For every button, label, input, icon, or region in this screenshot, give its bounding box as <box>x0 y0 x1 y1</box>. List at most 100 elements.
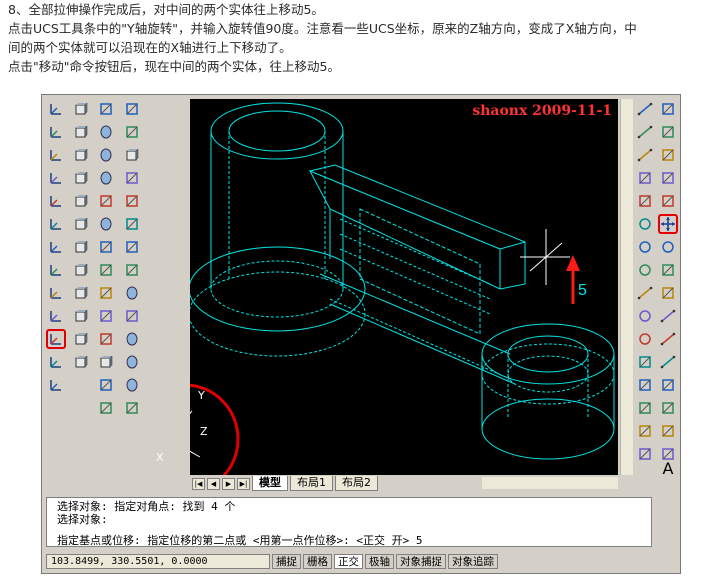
revolve-button[interactable] <box>122 237 142 257</box>
bottom-view-button[interactable] <box>71 122 91 142</box>
prev-tab-nav-icon[interactable]: ◀ <box>207 477 220 490</box>
horizontal-scrollbar[interactable] <box>482 477 618 489</box>
left-view-button[interactable] <box>71 145 91 165</box>
tab-layout1[interactable]: 布局1 <box>290 476 333 491</box>
setup-view-button[interactable] <box>122 145 142 165</box>
cylinder-button[interactable] <box>96 145 116 165</box>
slice-button[interactable] <box>122 214 142 234</box>
interfere-button[interactable] <box>122 168 142 188</box>
ne-iso-button[interactable] <box>71 283 91 303</box>
ucs-view-button[interactable] <box>46 214 66 234</box>
join-button[interactable] <box>658 375 678 395</box>
status-ortho-button[interactable]: 正交 <box>334 554 363 569</box>
ucs-z-rotate-button[interactable] <box>46 352 66 372</box>
move-button[interactable] <box>657 214 678 234</box>
torus-button[interactable] <box>96 214 116 234</box>
ucs-3point-button[interactable] <box>46 283 66 303</box>
insert-block-button[interactable] <box>635 352 655 372</box>
spline-button[interactable] <box>635 283 655 303</box>
setup-drawing-button[interactable] <box>122 122 142 142</box>
setup-view-button[interactable] <box>96 352 116 372</box>
status-otrack-button[interactable]: 对象追踪 <box>448 554 498 569</box>
sw-iso-button[interactable] <box>71 237 91 257</box>
copy-button[interactable] <box>658 122 678 142</box>
chamfer-button[interactable] <box>658 398 678 418</box>
last-tab-nav-icon[interactable]: ▶| <box>237 477 250 490</box>
text-tool-icon[interactable]: A <box>658 459 678 478</box>
status-polar-button[interactable]: 极轴 <box>365 554 394 569</box>
cone-button[interactable] <box>96 168 116 188</box>
offset-button[interactable] <box>658 168 678 188</box>
ucs-y-rotate-button[interactable] <box>45 329 66 349</box>
erase-button[interactable] <box>658 99 678 119</box>
point-button[interactable] <box>635 398 655 418</box>
extrude-button[interactable] <box>122 260 142 280</box>
mirror-button[interactable] <box>658 145 678 165</box>
stretch-button[interactable] <box>658 283 678 303</box>
extrude-button[interactable] <box>96 237 116 257</box>
hatch-button[interactable] <box>635 421 655 441</box>
orbit-button[interactable] <box>71 329 91 349</box>
front-view-button[interactable] <box>71 191 91 211</box>
revision-cloud-button[interactable] <box>635 260 655 280</box>
status-osnap-button[interactable]: 对象捕捉 <box>396 554 446 569</box>
box-button[interactable] <box>96 99 116 119</box>
top-view-button[interactable] <box>71 99 91 119</box>
polygon-button[interactable] <box>635 168 655 188</box>
interfere-button[interactable] <box>96 329 116 349</box>
break-button[interactable] <box>658 352 678 372</box>
tab-layout2[interactable]: 布局2 <box>335 476 378 491</box>
sphere-button[interactable] <box>96 122 116 142</box>
rotate-button[interactable] <box>658 237 678 257</box>
back-view-button[interactable] <box>71 214 91 234</box>
arc-button[interactable] <box>635 214 655 234</box>
ucs-object-button[interactable] <box>46 191 66 211</box>
trim-button[interactable] <box>658 306 678 326</box>
ucs-button[interactable] <box>46 99 66 119</box>
box-button[interactable] <box>122 398 142 418</box>
nw-iso-button[interactable] <box>71 306 91 326</box>
torus-button[interactable] <box>122 283 142 303</box>
se-iso-button[interactable] <box>71 260 91 280</box>
fillet-button[interactable] <box>658 421 678 441</box>
setup-profile-button[interactable] <box>122 99 142 119</box>
slice-button[interactable] <box>96 283 116 303</box>
cone-button[interactable] <box>122 329 142 349</box>
setup-profile-button[interactable] <box>96 398 116 418</box>
region-button[interactable] <box>635 444 655 464</box>
section-button[interactable] <box>122 191 142 211</box>
ucs-apply-button[interactable] <box>46 375 66 395</box>
right-view-button[interactable] <box>71 168 91 188</box>
ucs-face-button[interactable] <box>46 168 66 188</box>
wedge-button[interactable] <box>96 191 116 211</box>
camera-button[interactable] <box>71 352 91 372</box>
make-block-button[interactable] <box>635 375 655 395</box>
sphere-button[interactable] <box>122 375 142 395</box>
scale-button[interactable] <box>658 260 678 280</box>
section-button[interactable] <box>96 306 116 326</box>
ellipse-arc-button[interactable] <box>635 329 655 349</box>
first-tab-nav-icon[interactable]: |◀ <box>192 477 205 490</box>
array-button[interactable] <box>658 191 678 211</box>
ucs-world-button[interactable] <box>46 122 66 142</box>
ucs-x-rotate-button[interactable] <box>46 306 66 326</box>
ucs-previous-button[interactable] <box>46 145 66 165</box>
cylinder-button[interactable] <box>122 352 142 372</box>
tab-model[interactable]: 模型 <box>252 476 288 491</box>
ellipse-button[interactable] <box>635 306 655 326</box>
status-snap-button[interactable]: 捕捉 <box>272 554 301 569</box>
extend-button[interactable] <box>658 329 678 349</box>
line-button[interactable] <box>635 99 655 119</box>
construction-line-button[interactable] <box>635 122 655 142</box>
ucs-origin-button[interactable] <box>46 237 66 257</box>
vertical-scrollbar[interactable] <box>620 99 633 475</box>
rectangle-button[interactable] <box>635 191 655 211</box>
setup-drawing-button[interactable] <box>96 375 116 395</box>
next-tab-nav-icon[interactable]: ▶ <box>222 477 235 490</box>
ucs-zaxis-button[interactable] <box>46 260 66 280</box>
status-grid-button[interactable]: 栅格 <box>303 554 332 569</box>
command-window[interactable]: 选择对象: 指定对角点: 找到 4 个 选择对象: 指定基点或位移: 指定位移的… <box>46 497 652 547</box>
revolve-button[interactable] <box>96 260 116 280</box>
circle-button[interactable] <box>635 237 655 257</box>
wedge-button[interactable] <box>122 306 142 326</box>
